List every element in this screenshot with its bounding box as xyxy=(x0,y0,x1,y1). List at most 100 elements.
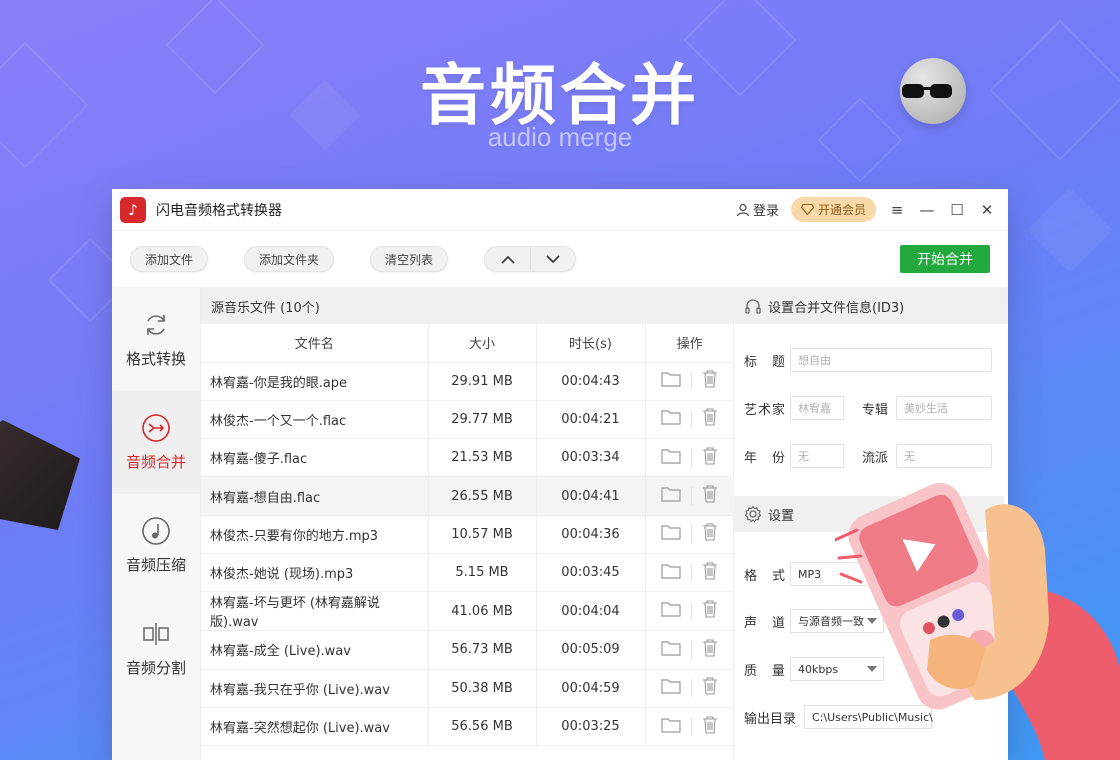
move-down-button[interactable] xyxy=(530,247,575,271)
add-file-button[interactable]: 添加文件 xyxy=(130,246,209,272)
open-folder-button[interactable] xyxy=(661,717,681,737)
delete-file-button[interactable] xyxy=(702,447,718,469)
reorder-buttons xyxy=(484,246,577,272)
trash-icon xyxy=(703,715,718,734)
vip-button[interactable]: 开通会员 xyxy=(790,197,876,222)
file-operations xyxy=(645,438,734,478)
sidebar-item-audio-merge[interactable]: 音频合并 xyxy=(112,391,200,494)
table-row[interactable]: 林俊杰-她说 (现场).mp3 5.15 MB 00:03:45 xyxy=(201,553,734,593)
open-folder-button[interactable] xyxy=(661,601,681,621)
file-size: 29.91 MB xyxy=(428,362,537,401)
table-row[interactable]: 林宥嘉-坏与更坏 (林宥嘉解说版).wav 41.06 MB 00:04:04 xyxy=(201,591,734,632)
file-operations xyxy=(645,515,734,554)
folder-icon xyxy=(661,641,681,656)
file-name: 林俊杰-只要有你的地方.mp3 xyxy=(201,515,429,554)
file-size: 10.57 MB xyxy=(428,515,537,554)
delete-file-button[interactable] xyxy=(702,677,718,699)
title-label: 标 题 xyxy=(744,354,787,370)
divider xyxy=(691,717,693,736)
table-row[interactable]: 林宥嘉-傻子.flac 21.53 MB 00:03:34 xyxy=(201,438,734,478)
divider xyxy=(691,487,693,506)
login-label: 登录 xyxy=(752,204,779,219)
table-row[interactable]: 林宥嘉-想自由.flac 26.55 MB 00:04:41 xyxy=(201,476,734,516)
divider xyxy=(691,372,693,391)
folder-icon xyxy=(661,717,681,733)
table-row[interactable]: 林俊杰-一个又一个.flac 29.77 MB 00:04:21 xyxy=(201,400,734,440)
genre-field[interactable]: 无 xyxy=(896,444,992,468)
delete-file-button[interactable] xyxy=(702,600,718,622)
album-field[interactable]: 美妙生活 xyxy=(896,396,992,420)
open-folder-button[interactable] xyxy=(661,371,681,391)
sidebar-item-audio-compress[interactable]: 音频压缩 xyxy=(112,494,200,597)
trash-icon xyxy=(703,677,718,695)
divider xyxy=(691,525,693,544)
chevron-up-icon xyxy=(500,255,515,264)
delete-file-button[interactable] xyxy=(702,523,718,545)
file-size: 29.77 MB xyxy=(428,400,537,440)
trash-icon xyxy=(703,408,718,426)
file-duration: 00:04:04 xyxy=(536,591,646,632)
move-up-button[interactable] xyxy=(485,247,530,271)
open-folder-button[interactable] xyxy=(661,486,681,506)
maximize-icon[interactable]: ☐ xyxy=(948,201,966,219)
divider xyxy=(691,640,693,659)
table-row[interactable]: 林俊杰-只要有你的地方.mp3 10.57 MB 00:04:36 xyxy=(201,515,734,554)
file-duration: 00:03:25 xyxy=(536,707,646,747)
quality-label: 质 量 xyxy=(744,663,787,679)
file-duration: 00:04:41 xyxy=(536,476,646,516)
delete-file-button[interactable] xyxy=(702,370,718,392)
delete-file-button[interactable] xyxy=(702,485,718,507)
quality-value: 40kbps xyxy=(798,662,839,676)
decorative-cube xyxy=(0,420,80,530)
file-name: 林宥嘉-想自由.flac xyxy=(201,476,429,516)
table-row[interactable]: 林宥嘉-你是我的眼.ape 29.91 MB 00:04:43 xyxy=(201,362,734,401)
phone-hand-illustration xyxy=(835,483,1120,760)
menu-icon[interactable]: ≡ xyxy=(888,201,906,219)
file-name: 林宥嘉-傻子.flac xyxy=(201,438,429,478)
file-duration: 00:04:59 xyxy=(536,669,646,708)
id3-header: 设置合并文件信息(ID3) xyxy=(734,288,1008,324)
divider xyxy=(691,602,693,621)
table-row[interactable]: 林宥嘉-我只在乎你 (Live).wav 50.38 MB 00:04:59 xyxy=(201,669,734,708)
toolbar: 添加文件 添加文件夹 清空列表 开始合并 xyxy=(112,231,1008,287)
login-button[interactable]: 登录 xyxy=(736,200,779,219)
open-folder-button[interactable] xyxy=(661,524,681,544)
trash-icon xyxy=(703,562,718,580)
delete-file-button[interactable] xyxy=(702,715,718,738)
minimize-icon[interactable]: — xyxy=(918,201,936,219)
headphones-icon xyxy=(745,299,761,314)
open-folder-button[interactable] xyxy=(661,409,681,429)
open-folder-button[interactable] xyxy=(661,640,681,660)
trash-icon xyxy=(703,600,718,618)
year-field[interactable]: 无 xyxy=(790,444,844,468)
file-size: 56.56 MB xyxy=(428,707,537,747)
file-operations xyxy=(645,553,734,593)
file-table: 文件名 大小 时长(s) 操作 林宥嘉-你是我的眼.ape 29.91 MB 00:… xyxy=(201,324,734,747)
sidebar-item-format-convert[interactable]: 格式转换 xyxy=(112,288,200,391)
start-merge-button[interactable]: 开始合并 xyxy=(900,245,990,273)
hero-subtitle: audio merge xyxy=(487,122,633,152)
delete-file-button[interactable] xyxy=(702,562,718,584)
table-row[interactable]: 林宥嘉-突然想起你 (Live).wav 56.56 MB 00:03:25 xyxy=(201,707,734,747)
clear-list-button[interactable]: 清空列表 xyxy=(370,246,449,272)
sidebar-item-label: 音频合并 xyxy=(125,453,186,471)
table-row[interactable]: 林宥嘉-成全 (Live).wav 56.73 MB 00:05:09 xyxy=(201,630,734,670)
compress-icon xyxy=(142,517,170,545)
close-icon[interactable]: ✕ xyxy=(978,201,996,219)
sidebar-item-audio-split[interactable]: 音频分割 xyxy=(112,597,200,700)
file-duration: 00:03:34 xyxy=(536,438,646,478)
divider xyxy=(691,448,693,467)
app-title: 闪电音频格式转换器 xyxy=(156,202,282,219)
open-folder-button[interactable] xyxy=(661,563,681,583)
trash-icon xyxy=(703,370,718,388)
delete-file-button[interactable] xyxy=(702,639,718,661)
title-field[interactable]: 想自由 xyxy=(790,348,992,372)
open-folder-button[interactable] xyxy=(661,678,681,698)
open-folder-button[interactable] xyxy=(661,448,681,468)
add-folder-button[interactable]: 添加文件夹 xyxy=(244,246,335,272)
folder-icon xyxy=(661,679,681,694)
trash-icon xyxy=(703,523,718,541)
file-operations xyxy=(645,669,734,708)
delete-file-button[interactable] xyxy=(702,408,718,430)
artist-field[interactable]: 林宥嘉 xyxy=(790,396,844,420)
